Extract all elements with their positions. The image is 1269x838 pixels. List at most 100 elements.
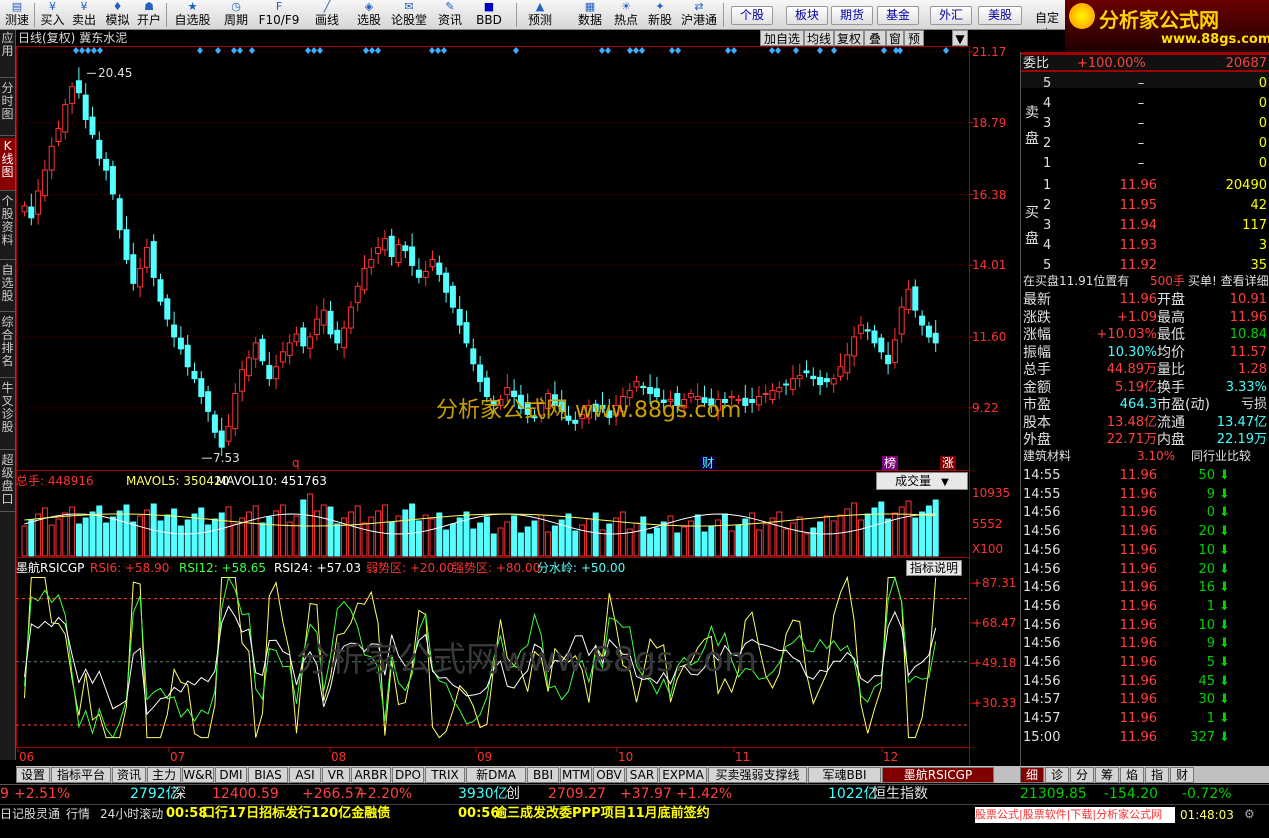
candle-body xyxy=(905,288,912,311)
toolbar-button-3[interactable]: ♦ 模拟 xyxy=(102,0,133,29)
toolbar-button-15[interactable]: ☀ 热点 xyxy=(610,0,642,29)
indicator-tab-6[interactable]: BIAS xyxy=(248,767,288,783)
market-tab-2[interactable]: 期货 xyxy=(831,6,873,25)
quote-tab-6[interactable]: 财 xyxy=(1170,767,1194,783)
indicator-tab-1[interactable]: 指标平台 xyxy=(51,767,111,783)
toolbar-button-13[interactable]: ▲ 预测 xyxy=(520,0,560,29)
tick-time: 14:57 xyxy=(1023,711,1061,727)
market-tab-3[interactable]: 基金 xyxy=(877,6,919,25)
down-arrow-icon: ⬇ xyxy=(1219,692,1230,708)
price-axis-label: 14.01 xyxy=(972,258,1007,273)
indicator-tab-9[interactable]: ARBR xyxy=(351,767,391,783)
news-tab-2[interactable]: 行情 xyxy=(66,806,90,822)
quote-tab-5[interactable]: 指 xyxy=(1145,767,1169,783)
chart-btn-4[interactable]: 窗 xyxy=(886,30,904,46)
chart-btn-2[interactable]: 复权 xyxy=(834,30,864,46)
indicator-tab-13[interactable]: BBI xyxy=(527,767,559,783)
down-arrow-icon: ⬇ xyxy=(1219,636,1230,652)
toolbar-button-4[interactable]: ☗ 开户 xyxy=(133,0,165,29)
toolbar-button-10[interactable]: ✉ 论股堂 xyxy=(389,0,429,29)
news-tab-1[interactable]: 股灵通 xyxy=(24,806,60,822)
toolbar-button-6[interactable]: ◷ 周期 xyxy=(219,0,253,29)
toolbar-button-17[interactable]: ⇄ 沪港通 xyxy=(678,0,720,29)
indicator-tab-0[interactable]: 设置 xyxy=(16,767,50,783)
news2-text[interactable]: 逾三成发改委PPP项目11月底前签约 xyxy=(494,806,710,822)
indicator-explain-button[interactable]: 指标说明 xyxy=(906,560,962,576)
indicator-tab-12[interactable]: 新DMA xyxy=(466,767,526,783)
date-axis-label: 10 xyxy=(618,750,634,764)
indicator-tab-17[interactable]: EXPMA xyxy=(659,767,707,783)
candle-body xyxy=(932,332,939,344)
news-right-link[interactable]: 股票公式|股票软件|下载|分析家公式网 xyxy=(975,807,1175,823)
indicator-tab-19[interactable]: 军魂BBI xyxy=(808,767,881,783)
quote-tab-3[interactable]: 筹 xyxy=(1095,767,1119,783)
candle-body xyxy=(75,80,82,94)
chart-btn-0[interactable]: 加自选 xyxy=(760,30,804,46)
indicator-tab-7[interactable]: ASI xyxy=(289,767,321,783)
left-nav-2[interactable]: K线图 xyxy=(0,138,15,191)
down-arrow-icon: ⬇ xyxy=(1219,729,1230,745)
event-marker-0[interactable]: q xyxy=(290,456,302,470)
indicator-tab-3[interactable]: 主力 xyxy=(147,767,181,783)
quote-tab-0[interactable]: 细 xyxy=(1020,767,1044,783)
market-tab-1[interactable]: 板块 xyxy=(786,6,828,25)
left-nav-6[interactable]: 牛叉诊股 xyxy=(0,380,15,450)
indicator-tab-14[interactable]: MTM xyxy=(560,767,592,783)
toolbar-button-14[interactable]: ▦ 数据 xyxy=(573,0,607,29)
indicator-tab-20[interactable]: 墨航RSICGP xyxy=(882,767,994,783)
left-nav-0[interactable]: 应用 xyxy=(0,30,15,78)
indicator-tab-2[interactable]: 资讯 xyxy=(112,767,146,783)
left-nav-1[interactable]: 分时图 xyxy=(0,80,15,136)
indicator-tab-15[interactable]: OBV xyxy=(593,767,625,783)
quote-tab-4[interactable]: 焰 xyxy=(1120,767,1144,783)
indicator-tab-18[interactable]: 买卖强弱支撑线 xyxy=(708,767,807,783)
candle-body xyxy=(252,342,259,360)
toolbar-button-2[interactable]: ¥ 卖出 xyxy=(68,0,100,29)
chart-btn-1[interactable]: 均线 xyxy=(804,30,834,46)
toolbar-button-16[interactable]: ✦ 新股 xyxy=(644,0,676,29)
toolbar-button-12[interactable]: ■ BBD xyxy=(470,0,508,29)
volume-bar xyxy=(232,523,239,557)
left-nav-7[interactable]: 超级盘口 xyxy=(0,452,15,512)
left-nav-5[interactable]: 综合排名 xyxy=(0,314,15,378)
tick-time: 14:55 xyxy=(1023,486,1061,502)
market-tab-4[interactable]: 外汇 xyxy=(930,6,972,25)
quote-tab-2[interactable]: 分 xyxy=(1070,767,1094,783)
quote-tab-1[interactable]: 诊 xyxy=(1045,767,1069,783)
left-nav-4[interactable]: 自选股 xyxy=(0,262,15,312)
settings-gear-icon[interactable]: ⚙ xyxy=(1244,806,1255,822)
indicator-tab-11[interactable]: TRIX xyxy=(425,767,465,783)
volume-bar xyxy=(776,511,783,557)
market-tab-5[interactable]: 美股 xyxy=(978,6,1022,25)
chart-menu-button[interactable]: ▼ xyxy=(952,30,968,46)
event-marker-2[interactable]: 榜 xyxy=(882,456,899,470)
indicator-tab-16[interactable]: SAR xyxy=(626,767,658,783)
candle-body xyxy=(89,116,96,135)
news-tab-3[interactable]: 24小时滚动 xyxy=(100,806,163,822)
indicator-tab-8[interactable]: VR xyxy=(322,767,350,783)
news-tab-0[interactable]: 日记 xyxy=(0,806,24,822)
toolbar-button-9[interactable]: ◈ 选股 xyxy=(352,0,386,29)
indicator-tab-10[interactable]: DPO xyxy=(392,767,424,783)
toolbar-button-5[interactable]: ★ 自选股 xyxy=(170,0,215,29)
indicator-tab-5[interactable]: DMI xyxy=(215,767,247,783)
market-tab-0[interactable]: 个股 xyxy=(731,6,773,25)
toolbar-button-8[interactable]: ╱ 画线 xyxy=(305,0,349,29)
news1-text[interactable]: 口行17日招标发行120亿金融债 xyxy=(202,806,390,822)
volume-dropdown[interactable]: 成交量 ▼ xyxy=(876,472,968,490)
chart-btn-3[interactable]: 叠 xyxy=(864,30,886,46)
toolbar-button-1[interactable]: ¥ 买入 xyxy=(37,0,68,29)
event-marker-1[interactable]: 财 xyxy=(700,456,717,470)
toolbar-button-11[interactable]: ✎ 资讯 xyxy=(432,0,468,29)
down-arrow-icon: ⬇ xyxy=(1219,524,1230,540)
event-marker-3[interactable]: 涨 xyxy=(940,456,957,470)
left-nav-3[interactable]: 个股资料 xyxy=(0,193,15,260)
kline-chart-area[interactable]: 日线(复权) 冀东水泥 加自选 均线 复权叠窗预测 ▼ 21.17 18.79 16.38… xyxy=(16,30,1020,766)
indicator-tab-4[interactable]: W&R xyxy=(182,767,214,783)
toolbar-button-7[interactable]: F F10/F9 xyxy=(256,0,302,29)
toolbar-button-0[interactable]: ▤ 测速 xyxy=(0,0,34,29)
signal-diamond xyxy=(775,47,781,54)
chart-btn-5[interactable]: 预测 xyxy=(904,30,924,62)
volume-bar xyxy=(191,513,198,557)
custom-button[interactable]: 自定义 xyxy=(1030,10,1064,29)
